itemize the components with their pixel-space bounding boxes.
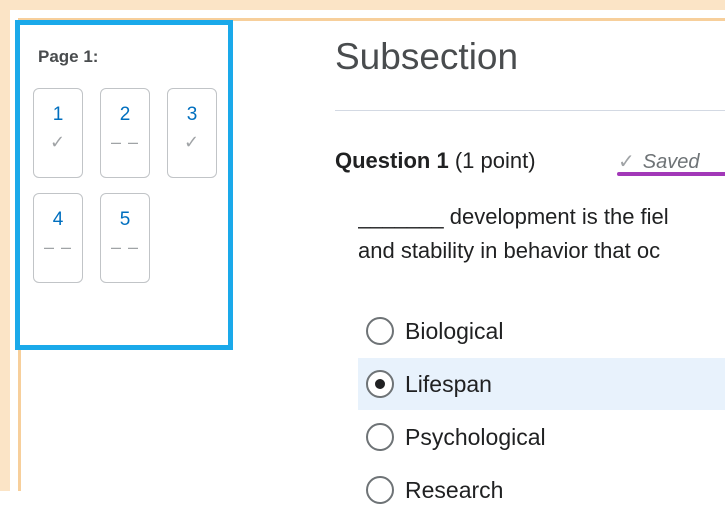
- question-nav-button-3[interactable]: 3 ✓: [167, 88, 217, 178]
- check-icon: ✓: [618, 151, 635, 173]
- question-navigation-panel: Page 1: 1 ✓ 2 – – 3 ✓ 4 – – 5 – –: [15, 20, 233, 350]
- radio-button[interactable]: [366, 423, 394, 451]
- saved-status: ✓ Saved: [618, 149, 699, 174]
- option-label: Biological: [405, 317, 504, 344]
- dash-icon: – –: [43, 237, 73, 257]
- question-text-line-1: _______ development is the fiel: [358, 204, 669, 229]
- question-text-line-2: and stability in behavior that oc: [358, 238, 661, 263]
- question-label: Question 1: [335, 148, 449, 173]
- option-label: Lifespan: [405, 370, 492, 397]
- question-text: _______ development is the fiel and stab…: [358, 200, 725, 268]
- radio-button[interactable]: [366, 476, 394, 504]
- dash-icon: – –: [110, 237, 140, 257]
- option-lifespan[interactable]: Lifespan: [358, 358, 725, 410]
- question-nav-button-1[interactable]: 1 ✓: [33, 88, 83, 178]
- check-icon: ✓: [183, 132, 201, 152]
- option-psychological[interactable]: Psychological: [358, 411, 725, 463]
- option-label: Research: [405, 476, 504, 503]
- divider: [335, 110, 725, 111]
- main-content: Subsection Question 1 (1 point) ✓ Saved _…: [335, 0, 725, 504]
- question-number: 3: [186, 104, 198, 125]
- check-icon: ✓: [49, 132, 67, 152]
- nav-page-title: Page 1:: [38, 47, 99, 66]
- radio-dot-icon: [375, 379, 385, 389]
- question-header: Question 1 (1 point): [335, 148, 536, 174]
- question-number: 1: [52, 104, 64, 125]
- question-number: 5: [119, 209, 131, 230]
- radio-button-selected[interactable]: [366, 370, 394, 398]
- saved-underline: [617, 172, 725, 176]
- question-points: (1 point): [454, 148, 536, 173]
- question-number: 2: [119, 104, 131, 125]
- option-research[interactable]: Research: [358, 464, 725, 516]
- question-nav-button-4[interactable]: 4 – –: [33, 193, 83, 283]
- question-nav-button-5[interactable]: 5 – –: [100, 193, 150, 283]
- saved-label: Saved: [642, 151, 700, 173]
- section-title: Subsection: [335, 36, 519, 77]
- option-biological[interactable]: Biological: [358, 305, 725, 357]
- question-nav-button-2[interactable]: 2 – –: [100, 88, 150, 178]
- radio-button[interactable]: [366, 317, 394, 345]
- dash-icon: – –: [110, 132, 140, 152]
- option-label: Psychological: [405, 423, 546, 450]
- question-number: 4: [52, 209, 64, 230]
